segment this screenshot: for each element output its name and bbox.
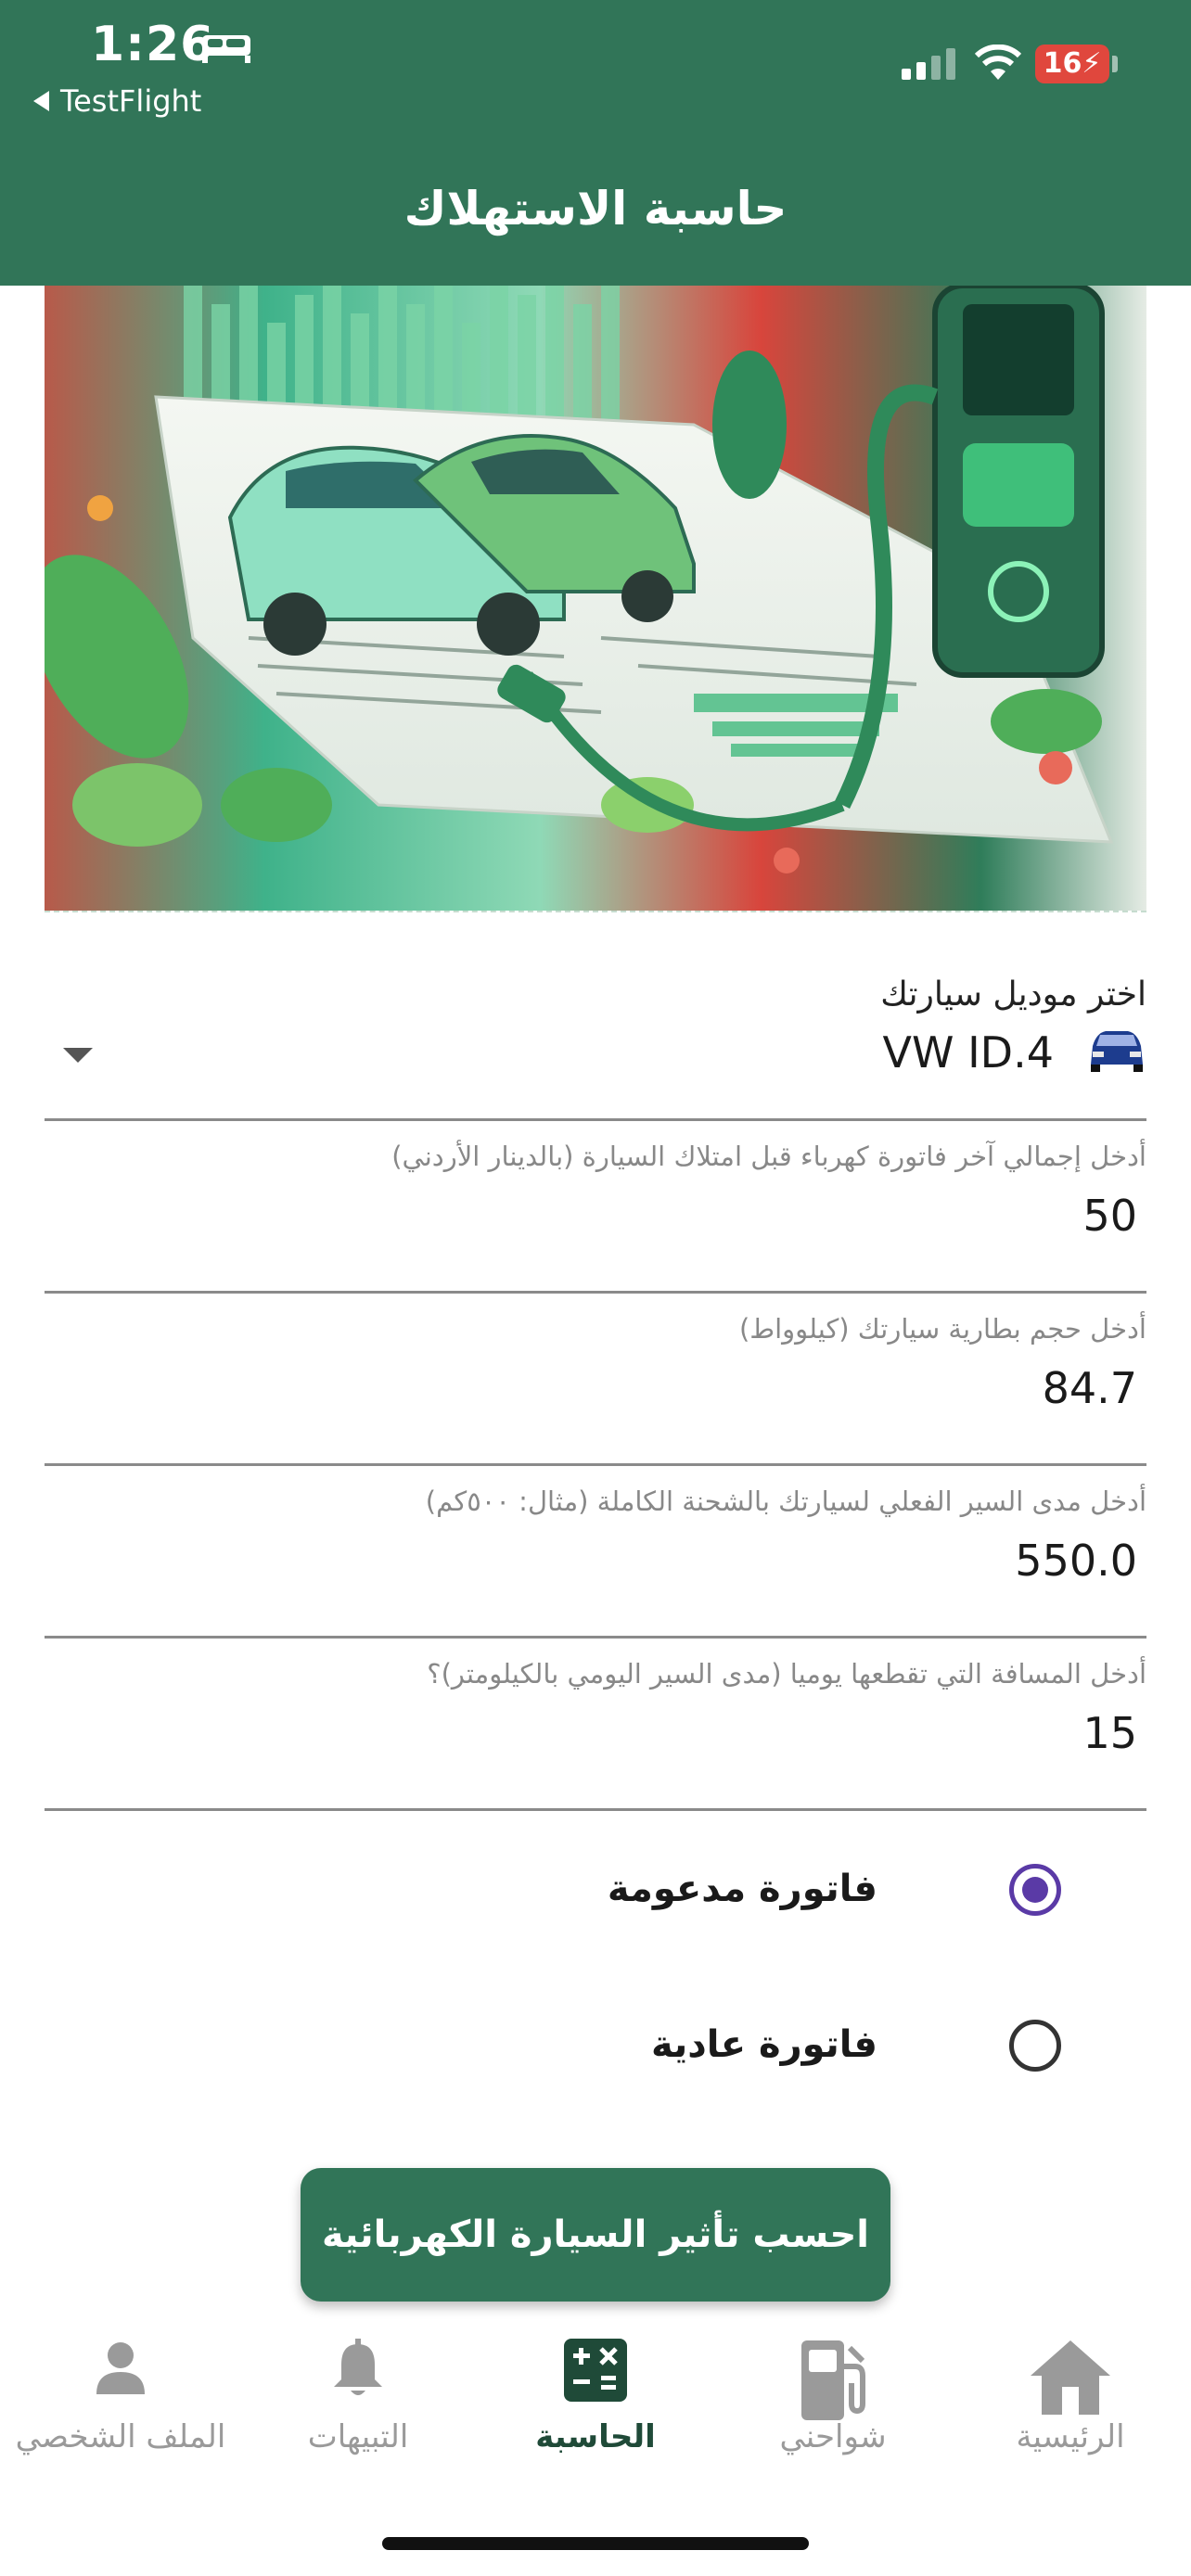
last-bill-field[interactable]: أدخل إجمالي آخر فاتورة كهرباء قبل امتلاك… — [45, 1120, 1146, 1293]
nav-label-chargers: شواحني — [779, 2418, 887, 2455]
radio-subsidized-label: فاتورة مدعومة — [607, 1868, 877, 1910]
nav-label-profile: الملف الشخصي — [15, 2418, 226, 2455]
nav-label-alerts: التبيهات — [307, 2418, 409, 2455]
battery-indicator: 16⚡ — [1035, 45, 1109, 83]
nav-item-calculator[interactable]: الحاسبة — [477, 2318, 714, 2485]
nav-item-profile[interactable]: الملف الشخصي — [2, 2318, 239, 2485]
bottom-navigation: الملف الشخصي التبيهات الحاسبة شواحني الر… — [0, 2318, 1191, 2504]
battery-size-field[interactable]: أدخل حجم بطارية سيارتك (كيلوواط) 84.7 — [45, 1293, 1146, 1465]
back-arrow-icon — [33, 91, 49, 111]
radio-selected-icon[interactable] — [1009, 1864, 1061, 1916]
model-select-value: VW ID.4 — [882, 1027, 1054, 1078]
nav-item-chargers[interactable]: شواحني — [714, 2318, 952, 2485]
battery-size-label: أدخل حجم بطارية سيارتك (كيلوواط) — [738, 1313, 1146, 1345]
radio-regular-label: فاتورة عادية — [650, 2023, 877, 2066]
ev-charging-illustration-icon — [45, 286, 1146, 911]
hero-illustration — [45, 286, 1146, 912]
last-bill-label: أدخل إجمالي آخر فاتورة كهرباء قبل امتلاك… — [391, 1141, 1146, 1172]
daily-distance-label: أدخل المسافة التي تقطعها يوميا (مدى السي… — [427, 1658, 1146, 1690]
app-header: 1:26 TestFlight 16⚡ حاسبة الاستهلاك — [0, 0, 1191, 286]
radio-subsidized-bill[interactable]: فاتورة مدعومة — [45, 1836, 1146, 1947]
bell-icon — [334, 2339, 382, 2395]
car-icon — [1091, 1031, 1143, 1072]
sleep-mode-icon — [202, 35, 250, 63]
battery-tip — [1112, 56, 1118, 72]
last-bill-input[interactable]: 50 — [1082, 1191, 1137, 1241]
range-input[interactable]: 550.0 — [1015, 1536, 1137, 1586]
radio-unselected-icon[interactable] — [1009, 2020, 1061, 2072]
daily-distance-input[interactable]: 15 — [1082, 1708, 1137, 1758]
range-field[interactable]: أدخل مدى السير الفعلي لسيارتك بالشحنة ال… — [45, 1465, 1146, 1638]
range-label: أدخل مدى السير الفعلي لسيارتك بالشحنة ال… — [425, 1486, 1146, 1517]
nav-item-alerts[interactable]: التبيهات — [239, 2318, 477, 2485]
fuel-pump-icon — [801, 2340, 865, 2420]
model-select-dropdown[interactable]: VW ID.4 — [45, 1020, 1146, 1116]
radio-dot — [1022, 1877, 1048, 1903]
calculate-ev-impact-button[interactable]: احسب تأثير السيارة الكهربائية — [301, 2168, 890, 2302]
model-select-label: اختر موديل سيارتك — [880, 976, 1146, 1014]
nav-item-home[interactable]: الرئيسية — [952, 2318, 1189, 2485]
daily-distance-field[interactable]: أدخل المسافة التي تقطعها يوميا (مدى السي… — [45, 1638, 1146, 1810]
back-label: TestFlight — [60, 83, 202, 119]
radio-regular-bill[interactable]: فاتورة عادية — [45, 1992, 1146, 2103]
nav-label-home: الرئيسية — [1016, 2418, 1125, 2455]
person-icon — [96, 2342, 145, 2394]
calculator-icon — [564, 2339, 627, 2402]
page-title: حاسبة الاستهلاك — [403, 182, 788, 236]
wifi-icon — [974, 45, 1022, 80]
back-to-testflight[interactable]: TestFlight — [33, 83, 201, 119]
home-indicator — [382, 2537, 809, 2550]
divider — [45, 1808, 1146, 1811]
cellular-signal-icon — [902, 48, 955, 80]
nav-label-calculator: الحاسبة — [535, 2418, 656, 2455]
home-icon — [1031, 2340, 1110, 2415]
screen: 1:26 TestFlight 16⚡ حاسبة الاستهلاك اختر… — [0, 0, 1191, 2576]
dropdown-arrow-icon[interactable] — [63, 1048, 93, 1063]
battery-size-input[interactable]: 84.7 — [1043, 1363, 1137, 1413]
status-time: 1:26 — [91, 17, 215, 72]
